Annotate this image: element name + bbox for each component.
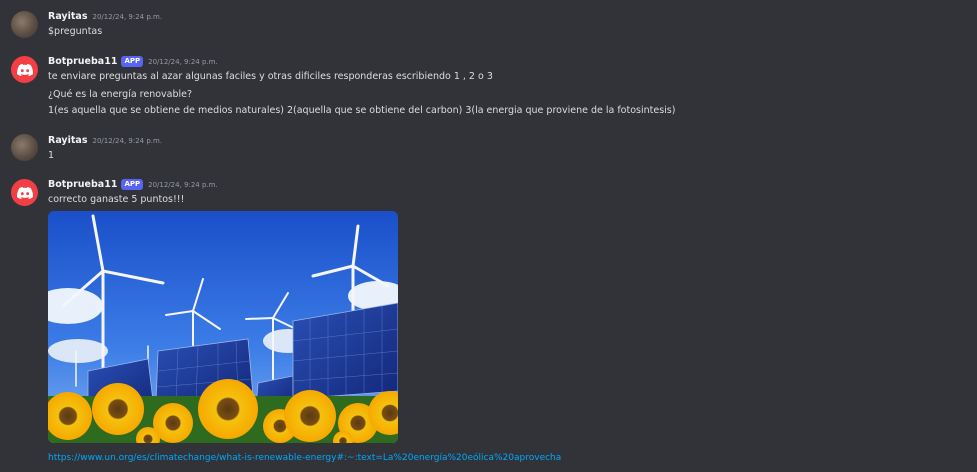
message-header: Botprueba11 APP 20/12/24, 9:24 p.m. — [48, 56, 218, 67]
message-link[interactable]: https://www.un.org/es/climatechange/what… — [48, 453, 561, 463]
embedded-image[interactable] — [48, 211, 398, 443]
username[interactable]: Botprueba11 — [48, 56, 117, 67]
app-badge: APP — [121, 56, 144, 67]
message-text: correcto ganaste 5 puntos!!! — [48, 194, 185, 205]
discord-logo-icon — [16, 63, 33, 76]
user-avatar[interactable] — [11, 134, 38, 161]
bot-avatar[interactable] — [11, 179, 38, 206]
message-text: 1 — [48, 150, 55, 161]
message-header: Botprueba11 APP 20/12/24, 9:24 p.m. — [48, 179, 218, 190]
username[interactable]: Rayitas — [48, 135, 88, 146]
timestamp: 20/12/24, 9:24 p.m. — [92, 12, 163, 21]
app-badge: APP — [121, 179, 144, 190]
message-text: ¿Qué es la energía renovable? — [48, 89, 193, 100]
message-text: te enviare preguntas al azar algunas fac… — [48, 71, 493, 82]
user-avatar[interactable] — [11, 11, 38, 38]
bot-avatar[interactable] — [11, 56, 38, 83]
discord-logo-icon — [16, 186, 33, 199]
message-text: 1(es aquella que se obtiene de medios na… — [48, 105, 676, 116]
username[interactable]: Rayitas — [48, 11, 88, 22]
timestamp: 20/12/24, 9:24 p.m. — [148, 180, 218, 189]
message-header: Rayitas 20/12/24, 9:24 p.m. — [48, 135, 162, 146]
timestamp: 20/12/24, 9:24 p.m. — [148, 57, 218, 66]
message-header: Rayitas 20/12/24, 9:24 p.m. — [48, 11, 162, 22]
message-text: $preguntas — [48, 26, 103, 37]
timestamp: 20/12/24, 9:24 p.m. — [92, 136, 163, 145]
username[interactable]: Botprueba11 — [48, 179, 117, 190]
renewable-energy-image — [48, 211, 398, 443]
